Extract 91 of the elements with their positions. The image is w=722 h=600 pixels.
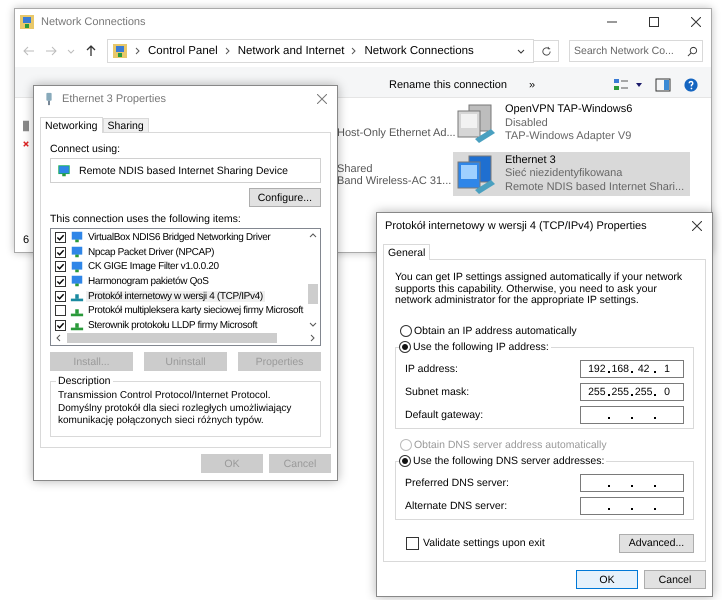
configure-button[interactable]: Configure... — [248, 188, 321, 207]
maximize-icon[interactable] — [649, 17, 659, 27]
tab[interactable]: Networking — [40, 117, 103, 133]
tab[interactable]: Sharing — [102, 118, 149, 132]
checkbox[interactable] — [55, 246, 66, 258]
checkbox[interactable] — [55, 261, 66, 272]
chevron-right-icon — [351, 47, 358, 55]
scroll-up-icon[interactable] — [309, 232, 317, 240]
list-item[interactable]: Protokół internetowy w wersji 4 (TCP/IPv4) — [86, 290, 265, 302]
dialog-button[interactable]: Cancel — [644, 570, 706, 589]
connection-status: Sieć niezidentyfikowana — [505, 167, 624, 180]
breadcrumb-item[interactable]: Network and Internet — [238, 45, 344, 57]
radio-button[interactable] — [400, 324, 412, 336]
tab[interactable]: General — [383, 244, 430, 260]
connection-text: Band Wireless-AC 31... — [337, 175, 452, 187]
connection-text: Shared — [337, 163, 374, 175]
checkbox-label[interactable]: Validate settings upon exit — [423, 537, 545, 549]
items-label: This connection uses the following items: — [50, 213, 242, 225]
field-label: Default gateway: — [405, 408, 484, 420]
connection-name: Ethernet 3 — [505, 154, 557, 167]
ip-address-field[interactable] — [580, 496, 684, 514]
device-name: Remote NDIS based Internet Sharing Device — [79, 164, 288, 176]
checkbox[interactable] — [55, 232, 66, 243]
radio-button[interactable] — [399, 454, 411, 466]
dialog-button[interactable]: OK — [576, 570, 638, 589]
connection-item[interactable]: Ethernet 3 Sieć niezidentyfikowana Remote NDIS based Internet Shari... — [453, 152, 690, 196]
field-label: Subnet mask: — [405, 386, 470, 398]
list-item[interactable]: CK GIGE Image Filter v1.0.0.20 — [86, 261, 221, 272]
toolbar-command[interactable]: Rename this connection — [389, 79, 508, 91]
radio-button[interactable] — [399, 340, 411, 352]
preview-pane-icon[interactable] — [655, 78, 671, 92]
description-text: Transmission Control Protocol/Internet Protocol. Domyślny protokół dla sieci rozległych umożliwiający komunikację połączonych sieci różnych typów. — [58, 390, 292, 428]
checkbox[interactable] — [55, 290, 66, 302]
monitor-icon — [70, 260, 84, 274]
monitor-icon — [57, 164, 71, 178]
toolbar-command[interactable]: » — [529, 79, 536, 91]
close-icon[interactable] — [692, 221, 702, 231]
scroll-left-icon[interactable] — [55, 334, 63, 342]
list-item[interactable]: Harmonogram pakietów QoS — [86, 276, 211, 287]
scrollbar-thumb[interactable] — [308, 284, 318, 304]
address-bar[interactable]: Control Panel Network and Internet Network Connections — [107, 39, 534, 63]
field-label: Preferred DNS server: — [405, 476, 509, 488]
help-icon[interactable] — [683, 78, 699, 92]
field-label: IP address: — [405, 362, 458, 374]
refresh-icon — [540, 46, 552, 56]
dialog-title: Protokół internetowy w wersji 4 (TCP/IPv4) Properties — [385, 220, 647, 232]
refresh-button[interactable] — [533, 40, 559, 62]
connect-using-label: Connect using: — [50, 143, 122, 155]
breadcrumb-item[interactable]: Control Panel — [148, 45, 218, 57]
breadcrumb-item[interactable]: Network Connections — [364, 45, 474, 57]
radio-label[interactable]: Obtain an IP address automatically — [414, 324, 577, 336]
view-options-icon[interactable] — [613, 78, 629, 92]
connection-name: OpenVPN TAP-Windows6 — [505, 103, 632, 116]
intro-text: You can get IP settings assigned automatically if your network supports this capability. Otherwise, you need to ask your network administrator for the appropriate IP settings. — [395, 272, 684, 306]
monitor-icon — [70, 230, 84, 244]
item-count: 6 — [22, 234, 30, 246]
chevron-right-icon — [224, 47, 231, 55]
scroll-down-icon[interactable] — [309, 320, 317, 328]
connection-status: Disabled — [505, 116, 549, 130]
checkbox[interactable] — [406, 536, 419, 550]
checkbox[interactable] — [55, 320, 66, 331]
up-arrow-icon[interactable] — [85, 45, 97, 57]
scroll-right-icon[interactable] — [308, 334, 316, 342]
dialog-title: Ethernet 3 Properties — [62, 93, 166, 105]
connection-device: TAP-Windows Adapter V9 — [505, 130, 632, 144]
window-title: Network Connections — [41, 16, 146, 28]
connection-text: Host-Only Ethernet Ad... — [337, 127, 456, 139]
chevron-down-icon[interactable] — [517, 47, 525, 55]
ip-address-field[interactable]: 192 168 42 1 — [580, 360, 684, 378]
ip-address-field[interactable] — [580, 406, 684, 424]
search-icon — [687, 46, 698, 56]
ip-address-field[interactable]: 255 255 255 0 — [580, 382, 684, 400]
monitor-icon — [70, 274, 84, 288]
ip-address-field[interactable] — [580, 474, 684, 492]
list-item[interactable]: Sterownik protokołu LLDP firmy Microsoft — [86, 320, 260, 331]
group-legend: Description — [56, 375, 113, 388]
connection-device: Remote NDIS based Internet Shari... — [505, 180, 684, 194]
list-item[interactable]: Protokół multipleksera karty sieciowej firmy Microsoft — [86, 305, 306, 316]
field-label: Alternate DNS server: — [405, 500, 508, 512]
checkbox[interactable] — [55, 276, 66, 287]
close-icon[interactable] — [691, 17, 701, 27]
monitor-icon — [70, 245, 84, 260]
advanced-button[interactable]: Advanced... — [619, 534, 694, 552]
checkbox[interactable] — [55, 305, 66, 316]
scrollbar-thumb[interactable] — [67, 333, 277, 343]
chevron-right-icon — [135, 47, 141, 55]
connection-item[interactable]: OpenVPN TAP-Windows6 Disabled TAP-Windows Adapter V9 — [453, 101, 690, 146]
list-item[interactable]: Npcap Packet Driver (NPCAP) — [86, 246, 216, 258]
list-item[interactable]: VirtualBox NDIS6 Bridged Networking Driver — [86, 232, 272, 243]
search-field[interactable]: Search Network Co... — [569, 40, 703, 62]
caret-icon[interactable] — [635, 81, 643, 89]
